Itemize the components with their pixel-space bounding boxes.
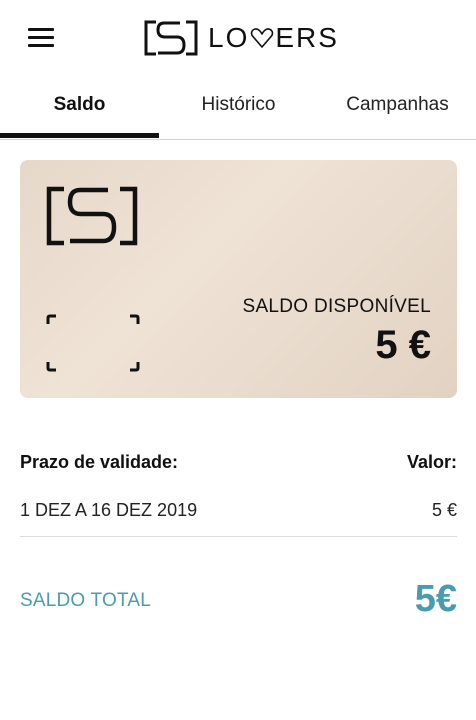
scan-frame-icon[interactable] [46,314,140,372]
menu-icon[interactable] [26,24,58,52]
tab-historico[interactable]: Histórico [159,78,318,140]
value-header: Valor: [406,452,457,472]
brand-wordmark: LO ERS [208,22,339,54]
list-item: 1 DEZ A 16 DEZ 2019 5 € [20,486,457,537]
available-balance-label: SALDO DISPONÍVEL [242,296,431,317]
brand-text-right: ERS [275,22,339,53]
brand-text-left: LO [208,22,250,53]
balance-card: SALDO DISPONÍVEL 5 € [20,160,457,398]
tab-saldo[interactable]: Saldo [0,78,159,140]
validity-period: 1 DEZ A 16 DEZ 2019 [20,500,198,520]
brand-logo-icon [144,20,198,56]
tab-campanhas[interactable]: Campanhas [318,78,476,140]
brand-logo: LO ERS [144,20,339,56]
active-tab-indicator [0,133,159,138]
tab-bar: Saldo Histórico Campanhas [0,78,476,140]
card-logo-icon [46,186,138,246]
app-header: LO ERS [0,0,476,78]
total-balance-value: 5€ [414,578,457,620]
available-balance-amount: 5 € [375,323,431,367]
row-value: 5 € [431,500,457,520]
heart-icon [251,28,274,48]
total-balance-label: SALDO TOTAL [20,590,152,611]
validity-header: Prazo de validade: [20,452,179,472]
